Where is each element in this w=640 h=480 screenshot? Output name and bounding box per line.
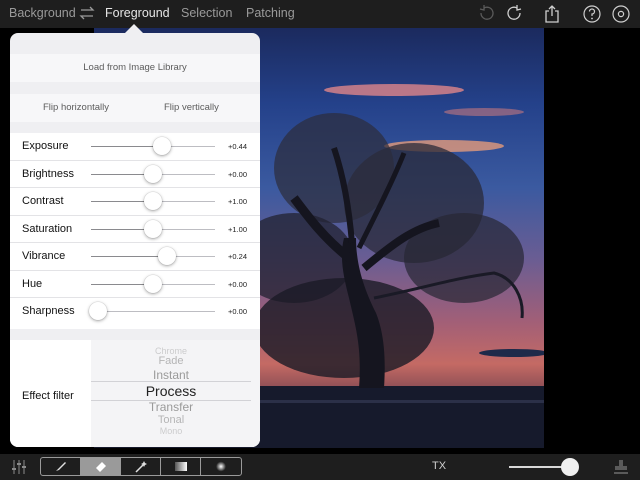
adjust-icon[interactable] (10, 458, 28, 476)
exposure-slider-knob[interactable] (152, 137, 171, 155)
slider-row-exposure: Exposure +0.44 (10, 133, 260, 161)
vibrance-label: Vibrance (22, 250, 66, 262)
redo-icon[interactable] (505, 4, 525, 24)
effect-filter-row: Effect filter Chrome Fade Instant Proces… (10, 340, 260, 447)
exposure-value: +0.44 (228, 142, 247, 151)
contrast-label: Contrast (22, 195, 64, 207)
mode-label[interactable]: TX (432, 460, 446, 472)
slider-row-sharpness: Sharpness +0.00 (10, 298, 260, 326)
contrast-slider[interactable] (91, 192, 215, 210)
saturation-slider-knob[interactable] (144, 219, 162, 238)
adjustment-sliders: Exposure +0.44 Brightness +0.00 Contrast… (10, 133, 260, 329)
brightness-label: Brightness (22, 167, 74, 180)
sharpness-slider[interactable] (89, 302, 215, 320)
tab-foreground[interactable]: Foreground (105, 6, 170, 20)
hue-label: Hue (22, 277, 43, 290)
sharpness-value: +0.00 (228, 307, 247, 316)
picker-option[interactable]: Fade (91, 355, 251, 367)
gradient-tool[interactable] (161, 458, 201, 475)
vibrance-slider[interactable] (91, 247, 215, 265)
contrast-slider-knob[interactable] (144, 192, 162, 210)
magic-wand-tool[interactable] (121, 458, 161, 475)
soft-brush-icon (216, 461, 226, 472)
picker-option[interactable]: Transfer (91, 400, 251, 414)
saturation-value: +1.00 (228, 224, 247, 234)
effect-filter-label: Effect filter (22, 390, 74, 402)
foreground-popover: Load from Image Library Flip horizontall… (10, 33, 260, 447)
exposure-label: Exposure (22, 140, 69, 152)
magic-wand-icon (135, 461, 147, 473)
stamp-icon[interactable] (612, 458, 630, 476)
swap-icon[interactable] (78, 5, 96, 21)
flip-row: Flip horizontally Flip vertically (10, 94, 260, 122)
picker-option[interactable]: Tonal (91, 414, 251, 426)
bottom-toolbar: TX (0, 454, 640, 480)
sharpness-label: Sharpness (22, 305, 75, 317)
eraser-tool[interactable] (81, 458, 121, 475)
flip-horizontal-button[interactable]: Flip horizontally (43, 102, 109, 113)
tab-background[interactable]: Background (9, 6, 76, 20)
slider-row-hue: Hue +0.00 (10, 271, 260, 298)
slider-row-vibrance: Vibrance +0.24 (10, 243, 260, 271)
slider-row-brightness: Brightness +0.00 (10, 161, 260, 188)
hue-slider-knob[interactable] (144, 274, 162, 293)
share-icon[interactable] (542, 4, 562, 24)
brightness-slider[interactable] (91, 164, 215, 183)
flip-vertical-button[interactable]: Flip vertically (164, 102, 219, 113)
hue-value: +0.00 (228, 279, 247, 289)
picker-divider (91, 381, 251, 382)
picker-option[interactable]: Mono (91, 426, 251, 436)
load-from-library-label: Load from Image Library (83, 62, 187, 73)
tool-segmented-control (40, 457, 242, 476)
brightness-slider-knob[interactable] (144, 164, 162, 183)
brightness-value: +0.00 (228, 169, 247, 179)
vibrance-slider-knob[interactable] (157, 247, 176, 265)
soft-brush-tool[interactable] (201, 458, 241, 475)
saturation-label: Saturation (22, 222, 73, 235)
eraser-icon (96, 462, 106, 472)
hue-slider[interactable] (91, 274, 215, 293)
exposure-slider[interactable] (91, 137, 215, 155)
sharpness-slider-knob[interactable] (89, 302, 108, 320)
slider-row-contrast: Contrast +1.00 (10, 188, 260, 216)
brush-icon (56, 462, 66, 471)
tab-patching[interactable]: Patching (246, 6, 295, 20)
undo-icon[interactable] (476, 4, 496, 24)
brush-size-slider-knob[interactable] (560, 458, 579, 476)
top-toolbar: Background Foreground Selection Patching (0, 0, 640, 28)
brush-tool[interactable] (41, 458, 81, 475)
contrast-value: +1.00 (228, 197, 247, 206)
gradient-icon (175, 462, 187, 471)
slider-row-saturation: Saturation +1.00 (10, 216, 260, 243)
effect-filter-picker[interactable]: Chrome Fade Instant Process Transfer Ton… (91, 340, 260, 447)
load-from-library-button[interactable]: Load from Image Library (10, 54, 260, 82)
help-icon[interactable] (582, 4, 602, 24)
picker-option[interactable]: Instant (91, 368, 251, 382)
picker-selected-option[interactable]: Process (91, 383, 251, 399)
settings-icon[interactable] (611, 4, 631, 24)
tab-selection[interactable]: Selection (181, 6, 232, 20)
saturation-slider[interactable] (91, 219, 215, 238)
vibrance-value: +0.24 (228, 252, 247, 261)
